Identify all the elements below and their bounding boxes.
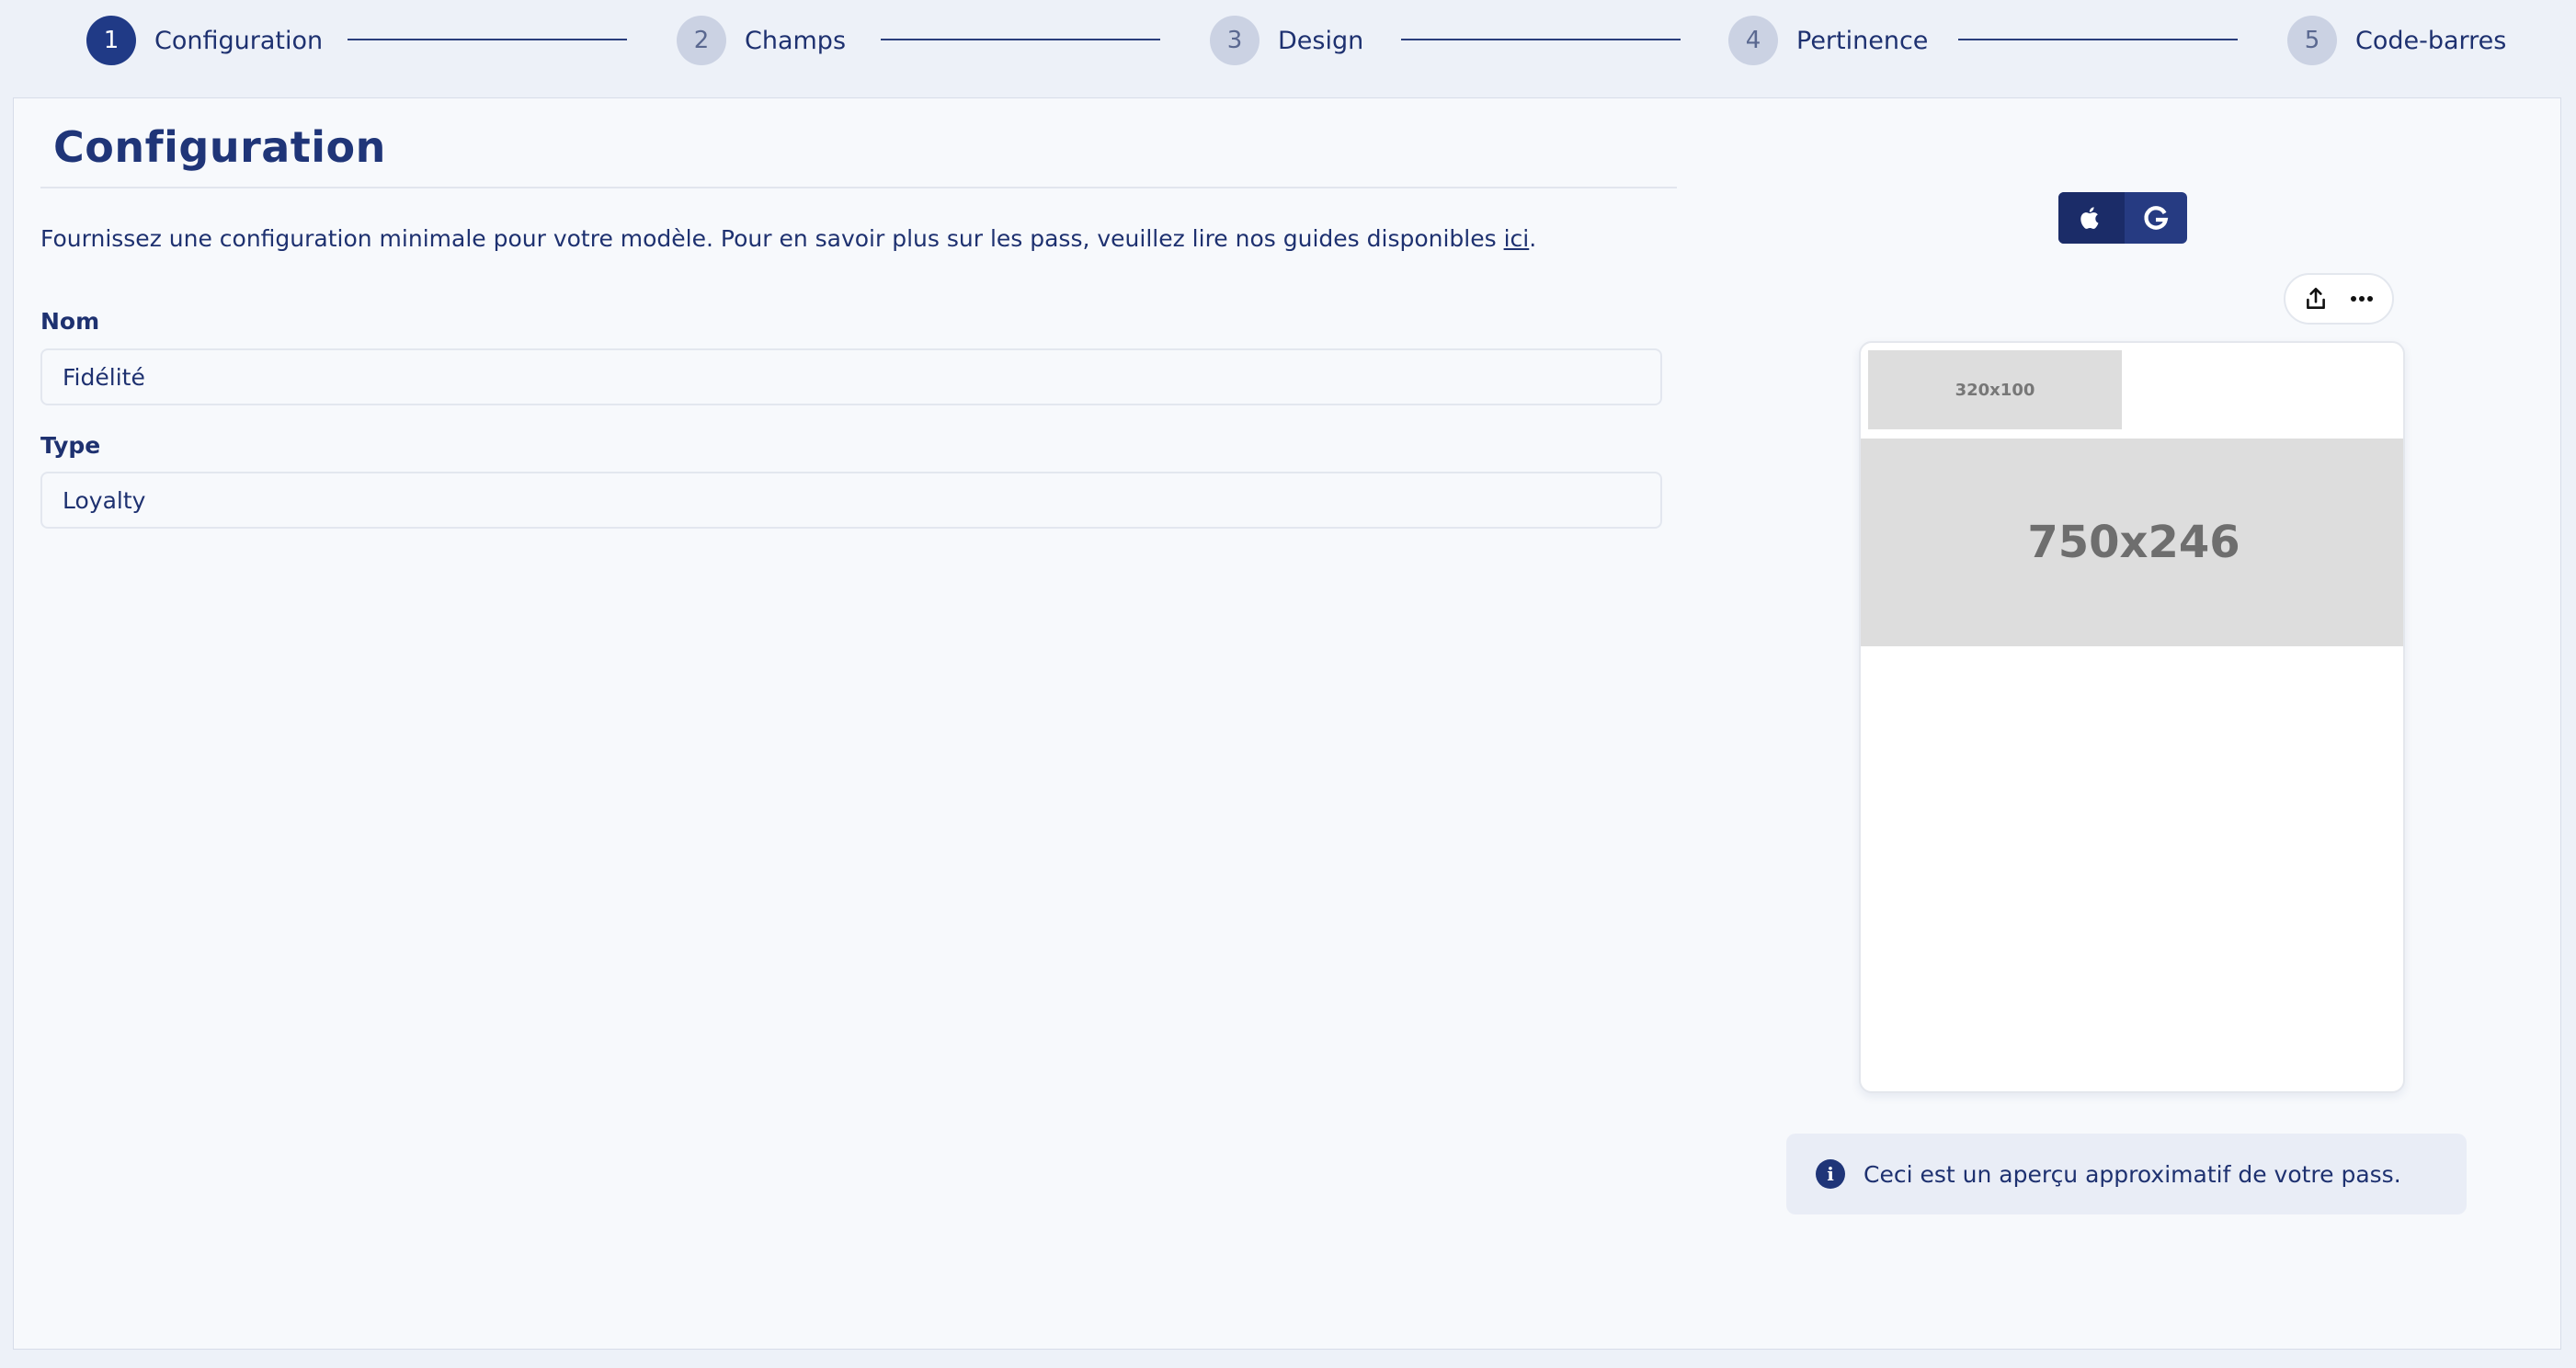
step-number: 3 (1210, 16, 1260, 65)
intro-text: Fournissez une configuration minimale po… (40, 225, 1536, 252)
platform-toggle (2058, 192, 2187, 244)
strip-image-placeholder: 750x246 (1861, 439, 2403, 646)
title-divider (40, 187, 1677, 188)
more-options-button[interactable] (2342, 279, 2382, 319)
guides-link[interactable]: ici (1504, 225, 1530, 252)
more-icon (2351, 296, 2373, 302)
step-label: Design (1278, 26, 1364, 55)
stepper: 1 Configuration 2 Champs 3 Design 4 Pert… (0, 0, 2576, 96)
info-icon: i (1816, 1159, 1845, 1189)
apple-icon (2080, 207, 2099, 229)
step-label: Code-barres (2355, 26, 2507, 55)
share-icon (2307, 287, 2325, 309)
logo-placeholder: 320x100 (1868, 350, 2122, 429)
step-label: Champs (745, 26, 847, 55)
type-label: Type (40, 432, 101, 459)
step-code-barres[interactable]: 5 Code-barres (2287, 15, 2506, 66)
step-label: Configuration (154, 26, 324, 55)
main-panel: Configuration Fournissez une configurati… (13, 97, 2561, 1350)
step-configuration[interactable]: 1 Configuration (86, 15, 323, 66)
step-number: 2 (677, 16, 726, 65)
step-design[interactable]: 3 Design (1210, 15, 1363, 66)
intro-end: . (1529, 225, 1537, 252)
apple-platform-button[interactable] (2058, 192, 2123, 244)
google-icon (2144, 206, 2169, 230)
name-label: Nom (40, 308, 100, 335)
step-connector (881, 39, 1160, 40)
step-number: 1 (86, 16, 136, 65)
pass-preview-card: 320x100 750x246 (1859, 341, 2405, 1093)
step-connector (1401, 39, 1681, 40)
google-platform-button[interactable] (2123, 192, 2187, 244)
preview-info-box: i Ceci est un aperçu approximatif de vot… (1786, 1134, 2467, 1214)
step-number: 5 (2287, 16, 2337, 65)
preview-toolbar (2284, 273, 2394, 325)
share-button[interactable] (2296, 279, 2336, 319)
step-connector (348, 39, 627, 40)
step-number: 4 (1728, 16, 1778, 65)
name-input[interactable] (40, 348, 1662, 405)
step-label: Pertinence (1796, 26, 1929, 55)
step-champs[interactable]: 2 Champs (677, 15, 846, 66)
step-connector (1958, 39, 2238, 40)
info-text: Ceci est un aperçu approximatif de votre… (1864, 1160, 2401, 1188)
step-pertinence[interactable]: 4 Pertinence (1728, 15, 1928, 66)
intro-body: Fournissez une configuration minimale po… (40, 225, 1504, 252)
page-title: Configuration (53, 122, 386, 172)
type-input[interactable] (40, 472, 1662, 529)
